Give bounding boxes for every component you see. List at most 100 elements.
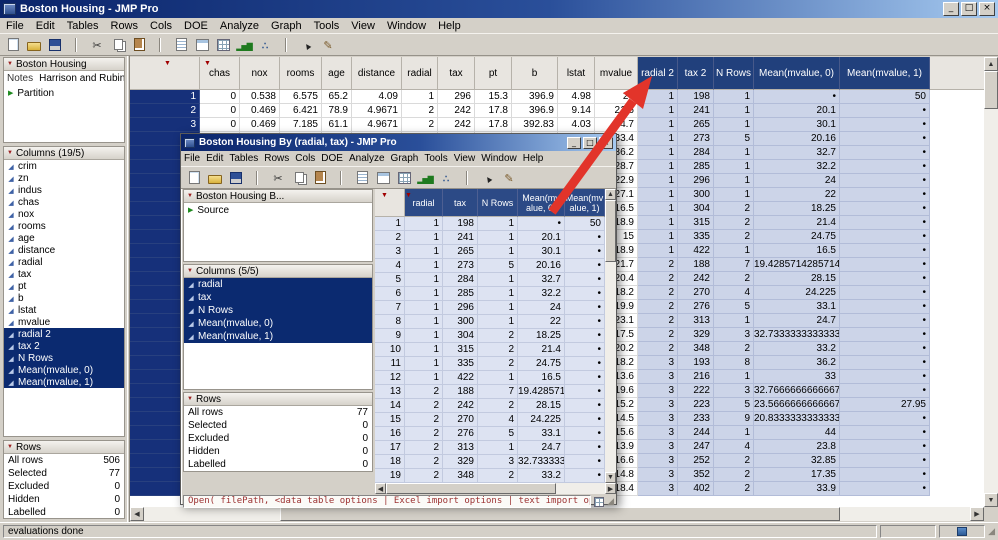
cell-selected[interactable]: •	[840, 258, 930, 272]
scroll-down-button[interactable]: ▼	[605, 472, 616, 483]
menu-item[interactable]: Graph	[265, 19, 308, 33]
cell-selected[interactable]: 2	[638, 314, 678, 328]
cell-selected[interactable]: •	[840, 286, 930, 300]
toolbar-button[interactable]	[150, 35, 170, 54]
cell-selected[interactable]: 3	[638, 384, 678, 398]
cell[interactable]: 21.6	[595, 104, 638, 118]
cell-selected[interactable]: 20.8333333333333	[754, 412, 840, 426]
menu-item[interactable]: View	[345, 19, 381, 33]
cell-selected[interactable]: 2	[714, 482, 754, 496]
cell[interactable]: 24.75	[518, 357, 565, 371]
cell-selected[interactable]: •	[840, 468, 930, 482]
cell-selected[interactable]: 2	[638, 342, 678, 356]
cell-selected[interactable]: 242	[678, 272, 714, 286]
cell[interactable]: 21.4	[518, 343, 565, 357]
cell-selected[interactable]: 1	[714, 146, 754, 160]
cell-selected[interactable]: 2	[638, 258, 678, 272]
cell[interactable]: 242	[438, 104, 475, 118]
cell[interactable]: 1	[405, 301, 443, 315]
child-titlebar[interactable]: Boston Housing By (radial, tax) - JMP Pr…	[181, 134, 616, 151]
cell-selected[interactable]: 5	[714, 300, 754, 314]
cell[interactable]: 32.7333333333333	[518, 455, 565, 469]
cell-selected[interactable]: 188	[678, 258, 714, 272]
menu-item[interactable]: Help	[432, 19, 467, 33]
cell[interactable]: 242	[443, 399, 478, 413]
minimize-button[interactable]: _	[567, 137, 581, 149]
column-list-item[interactable]: distance	[4, 244, 124, 256]
cell-selected[interactable]: •	[840, 454, 930, 468]
cell-selected[interactable]: 32.2	[754, 160, 840, 174]
cell[interactable]: 1	[405, 245, 443, 259]
cell[interactable]: 296	[438, 90, 475, 104]
cell[interactable]: •	[565, 399, 605, 413]
cell[interactable]: 6.421	[280, 104, 322, 118]
menu-item[interactable]: Window	[381, 19, 432, 33]
cell-selected[interactable]: 50	[840, 90, 930, 104]
column-list-item[interactable]: N Rows	[184, 304, 372, 317]
cell[interactable]: 1	[405, 273, 443, 287]
cell[interactable]: •	[565, 259, 605, 273]
cell-selected[interactable]: 36.2	[754, 356, 840, 370]
column-list-item[interactable]: indus	[4, 184, 124, 196]
toolbar-button[interactable]	[234, 35, 254, 54]
cell[interactable]: 335	[443, 357, 478, 371]
cell-selected[interactable]: •	[840, 482, 930, 496]
menu-item[interactable]: Tools	[421, 152, 450, 165]
toolbar-button[interactable]	[171, 35, 191, 54]
cell-selected[interactable]: 1	[714, 174, 754, 188]
cell-selected[interactable]: 3	[638, 440, 678, 454]
cell-selected[interactable]: •	[840, 216, 930, 230]
column-list-item[interactable]: radial	[4, 256, 124, 268]
cell-selected[interactable]: 2	[638, 272, 678, 286]
rows-stat[interactable]: All rows 77	[184, 406, 372, 419]
cell[interactable]: 32.7	[518, 273, 565, 287]
column-header-selected[interactable]: tax 2	[678, 57, 714, 90]
menu-item[interactable]: File	[181, 152, 203, 165]
table-row[interactable]: 18 2 329 3 32.7333333333333 •	[375, 455, 605, 469]
cell[interactable]: 15.3	[475, 90, 512, 104]
row-number[interactable]: 11	[375, 357, 405, 371]
column-header[interactable]: b	[512, 57, 558, 90]
cell-selected[interactable]: 422	[678, 244, 714, 258]
menu-item[interactable]: Analyze	[214, 19, 265, 33]
cell-selected[interactable]: 265	[678, 118, 714, 132]
cell[interactable]: 276	[443, 427, 478, 441]
toolbar-button[interactable]	[478, 168, 498, 187]
table-row[interactable]: 2 0 0.469 6.421 78.9 4.9671 2 242 17.8 3…	[130, 104, 984, 118]
cell[interactable]: •	[565, 427, 605, 441]
row-number[interactable]: 4	[375, 259, 405, 273]
row-number[interactable]: 3	[375, 245, 405, 259]
column-list-item[interactable]: Mean(mvalue, 0)	[184, 317, 372, 330]
cell-selected[interactable]: 1	[638, 174, 678, 188]
row-number[interactable]: 6	[375, 287, 405, 301]
cell-selected[interactable]: 1	[714, 160, 754, 174]
menu-item[interactable]: File	[0, 19, 30, 33]
toolbar-button[interactable]	[255, 35, 275, 54]
table-row[interactable]: 17 2 313 1 24.7 •	[375, 441, 605, 455]
column-header-selected[interactable]: N Rows	[478, 189, 518, 217]
cell-selected[interactable]: 2	[714, 454, 754, 468]
menu-item[interactable]: DOE	[178, 19, 214, 33]
cell-selected[interactable]: 33	[754, 370, 840, 384]
cell[interactable]: 61.1	[322, 118, 352, 132]
cell[interactable]: •	[565, 385, 605, 399]
cell[interactable]: 3	[478, 455, 518, 469]
maximize-button[interactable]: □	[961, 2, 977, 16]
column-list-item[interactable]: radial 2	[4, 328, 124, 340]
cell-selected[interactable]: 296	[678, 174, 714, 188]
cell[interactable]: 24.7	[518, 441, 565, 455]
cell-selected[interactable]: 244	[678, 426, 714, 440]
cell-selected[interactable]: 16.5	[754, 244, 840, 258]
cell-selected[interactable]: 3	[638, 370, 678, 384]
cell-selected[interactable]: 32.7333333333333	[754, 328, 840, 342]
cell[interactable]: 0	[200, 90, 240, 104]
cell-selected[interactable]: •	[840, 272, 930, 286]
cell-selected[interactable]: 3	[638, 454, 678, 468]
cell-selected[interactable]: 1	[714, 244, 754, 258]
cell[interactable]: 2	[405, 385, 443, 399]
column-list-item[interactable]: lstat	[4, 304, 124, 316]
cell-selected[interactable]: •	[840, 370, 930, 384]
column-header[interactable]: age	[322, 57, 352, 90]
table-row[interactable]: 14 2 242 2 28.15 •	[375, 399, 605, 413]
scroll-up-button[interactable]: ▲	[605, 189, 616, 200]
